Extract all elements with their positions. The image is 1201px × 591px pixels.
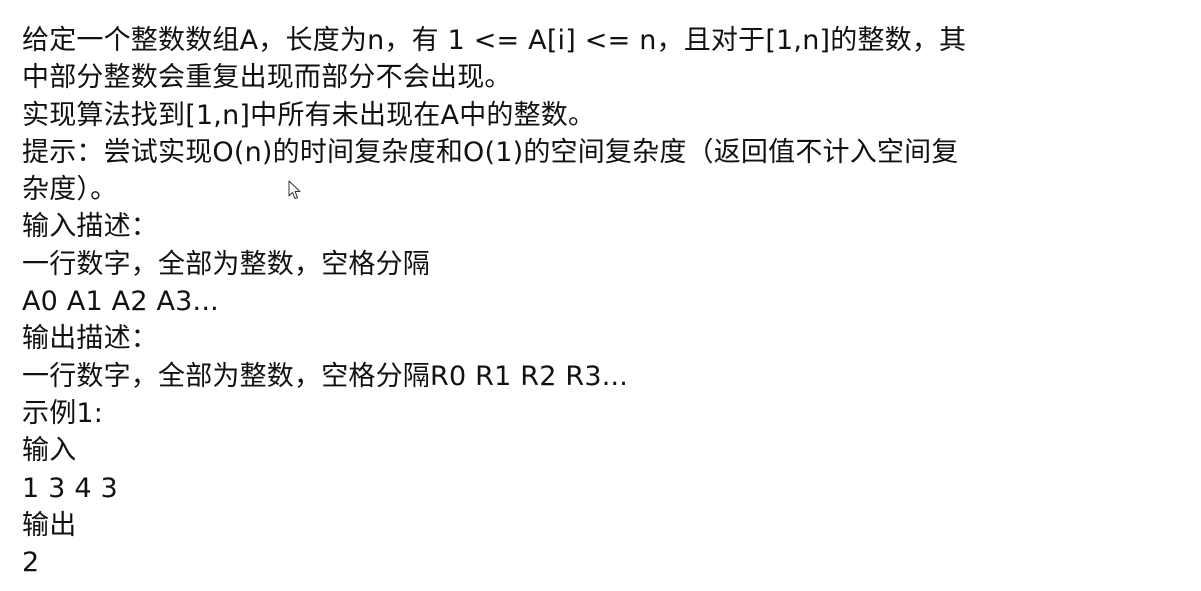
example-heading: 示例1: xyxy=(22,397,104,429)
example-output-label: 输出 xyxy=(22,509,77,541)
text-line: 提示：尝试实现O(n)的时间复杂度和O(1)的空间复杂度（返回值不计入空间复 xyxy=(22,136,959,168)
text-line: 杂度）。 xyxy=(22,174,118,206)
text-line: 中部分整数会重复出现而部分不会出现。 xyxy=(22,62,512,94)
text-line: 给定一个整数数组A，长度为n，有 1 <= A[i] <= n，且对于[1,n]… xyxy=(22,25,967,56)
section-heading-output: 输出描述： xyxy=(22,323,158,355)
example-input-value: 1 3 4 3 xyxy=(22,472,118,504)
mouse-pointer-icon xyxy=(288,180,301,199)
example-input-label: 输入 xyxy=(22,435,77,467)
example-output-value: 2 xyxy=(22,547,40,579)
text-line: 一行数字，全部为整数，空格分隔 xyxy=(22,248,430,280)
section-heading-input: 输入描述： xyxy=(22,211,158,243)
problem-statement: 给定一个整数数组A，长度为n，有 1 <= A[i] <= n，且对于[1,n]… xyxy=(22,22,1182,581)
text-line: 一行数字，全部为整数，空格分隔R0 R1 R2 R3... xyxy=(22,360,629,392)
text-line: A0 A1 A2 A3... xyxy=(22,286,219,318)
text-line: 实现算法找到[1,n]中所有未出现在A中的整数。 xyxy=(22,99,596,131)
